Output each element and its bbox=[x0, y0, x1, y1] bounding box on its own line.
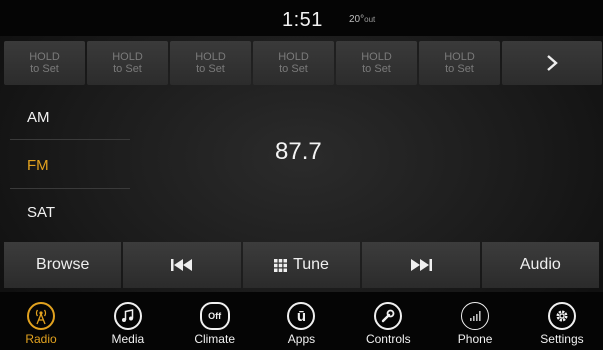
preset-line1: HOLD bbox=[278, 51, 309, 63]
apps-icon: ū bbox=[287, 302, 316, 330]
preset-line2: to Set bbox=[445, 63, 474, 75]
preset-bar: HOLD to Set HOLD to Set HOLD to Set HOLD… bbox=[4, 41, 602, 85]
apps-icon-text: ū bbox=[296, 307, 307, 325]
temperature-value: 20° bbox=[349, 14, 365, 25]
nav-label: Climate bbox=[194, 332, 235, 346]
clock: 1:51 bbox=[282, 9, 323, 31]
band-divider bbox=[10, 139, 130, 140]
temperature-suffix: out bbox=[364, 15, 376, 24]
band-sat[interactable]: SAT bbox=[27, 204, 55, 221]
preset-6[interactable]: HOLD to Set bbox=[419, 41, 500, 85]
preset-1[interactable]: HOLD to Set bbox=[4, 41, 85, 85]
preset-line2: to Set bbox=[279, 63, 308, 75]
nav-label: Media bbox=[111, 332, 145, 346]
nav-apps[interactable]: ū Apps bbox=[266, 292, 336, 350]
preset-5[interactable]: HOLD to Set bbox=[336, 41, 417, 85]
preset-line1: HOLD bbox=[444, 51, 475, 63]
seek-back-icon bbox=[171, 259, 193, 271]
nav-media[interactable]: Media bbox=[93, 292, 163, 350]
seek-forward-button[interactable] bbox=[362, 242, 480, 288]
outside-temperature: 20°out bbox=[349, 14, 375, 25]
preset-line2: to Set bbox=[196, 63, 225, 75]
transport-bar: Browse Tune Audio bbox=[4, 242, 600, 288]
wrench-icon bbox=[374, 302, 403, 330]
nav-phone[interactable]: Phone bbox=[440, 292, 510, 350]
music-note-icon bbox=[113, 302, 142, 330]
grid-icon bbox=[274, 258, 288, 272]
nav-climate[interactable]: Off Climate bbox=[180, 292, 250, 350]
preset-line1: HOLD bbox=[29, 51, 60, 63]
climate-icon-text: Off bbox=[208, 311, 222, 321]
radio-screen: 1:51 20°out HOLD to Set HOLD to Set HOLD… bbox=[0, 0, 603, 350]
preset-next-button[interactable] bbox=[502, 41, 602, 85]
nav-radio[interactable]: Radio bbox=[6, 292, 76, 350]
climate-off-icon: Off bbox=[199, 302, 230, 330]
nav-label: Controls bbox=[365, 332, 411, 346]
nav-label: Settings bbox=[540, 332, 584, 346]
radio-icon bbox=[27, 302, 55, 330]
preset-line1: HOLD bbox=[195, 51, 226, 63]
browse-button[interactable]: Browse bbox=[4, 242, 122, 288]
bottom-nav: Radio Media Off Climate ū Apps Controls … bbox=[0, 292, 603, 350]
preset-3[interactable]: HOLD to Set bbox=[170, 41, 251, 85]
preset-line1: HOLD bbox=[361, 51, 392, 63]
tune-label: Tune bbox=[293, 256, 329, 273]
nav-label: Apps bbox=[287, 332, 316, 346]
nav-label: Radio bbox=[25, 332, 57, 346]
chevron-right-icon bbox=[547, 55, 558, 71]
preset-4[interactable]: HOLD to Set bbox=[253, 41, 334, 85]
audio-button[interactable]: Audio bbox=[481, 242, 600, 288]
preset-line2: to Set bbox=[30, 63, 59, 75]
status-bar: 1:51 20°out bbox=[0, 0, 603, 36]
preset-2[interactable]: HOLD to Set bbox=[87, 41, 168, 85]
nav-controls[interactable]: Controls bbox=[353, 292, 423, 350]
gear-icon bbox=[547, 302, 576, 330]
tune-button[interactable]: Tune bbox=[242, 242, 361, 288]
audio-label: Audio bbox=[519, 256, 561, 273]
station-frequency: 87.7 bbox=[275, 138, 322, 165]
nav-label: Phone bbox=[457, 332, 493, 346]
preset-line1: HOLD bbox=[112, 51, 143, 63]
seek-back-button[interactable] bbox=[123, 242, 241, 288]
seek-forward-icon bbox=[410, 259, 432, 271]
nav-settings[interactable]: Settings bbox=[527, 292, 597, 350]
preset-line2: to Set bbox=[113, 63, 142, 75]
band-am[interactable]: AM bbox=[27, 109, 50, 126]
preset-line2: to Set bbox=[362, 63, 391, 75]
phone-signal-icon bbox=[461, 302, 490, 330]
band-fm[interactable]: FM bbox=[27, 157, 49, 174]
band-divider bbox=[10, 188, 130, 189]
browse-label: Browse bbox=[36, 256, 90, 273]
